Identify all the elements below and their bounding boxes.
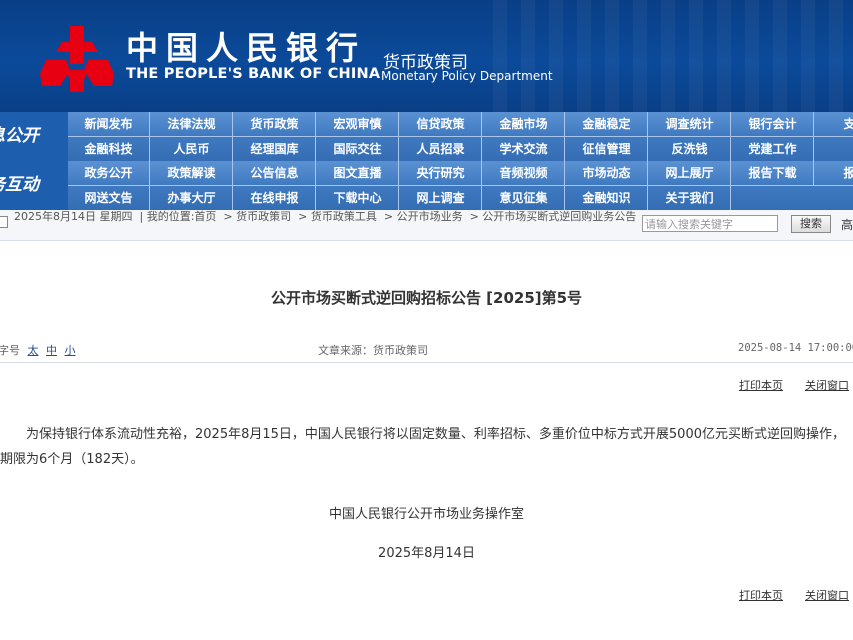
breadcrumb-omo[interactable]: 公开市场业务 <box>397 210 463 223</box>
nav-row: 新闻发布法律法规货币政策宏观审慎信贷政策金融市场金融稳定调查统计银行会计支付 <box>68 112 853 136</box>
nav-item[interactable]: 在线申报 <box>234 186 316 210</box>
separator: | <box>136 210 147 223</box>
department-name-en: Monetary Policy Department <box>381 69 553 83</box>
print-page-link[interactable]: 打印本页 <box>739 587 783 603</box>
nav-group-label: 务互动 <box>0 161 68 210</box>
font-size-large[interactable]: 太 <box>28 344 39 357</box>
article-title: 公开市场买断式逆回购招标公告 [2025]第5号 <box>270 289 583 307</box>
nav-item[interactable]: 反洗钱 <box>649 137 731 161</box>
header-decoration <box>493 0 853 112</box>
signature-org: 中国人民银行公开市场业务操作室 <box>328 507 524 522</box>
signature-date: 2025年8月14日 <box>378 546 475 561</box>
nav-item[interactable]: 下载中心 <box>317 186 399 210</box>
nav-item[interactable]: 银行会计 <box>732 112 814 136</box>
location-label: 我的位置: <box>146 210 195 223</box>
nav-item[interactable]: 党建工作 <box>732 137 814 161</box>
site-title-cn: 中国人民银行 <box>126 29 367 67</box>
nav-item[interactable]: 图文直播 <box>317 161 399 185</box>
nav-item[interactable]: 国际交往 <box>317 137 399 161</box>
nav-group-info: 息公开 新闻发布法律法规货币政策宏观审慎信贷政策金融市场金融稳定调查统计银行会计… <box>0 112 853 161</box>
search-input[interactable]: 请输入搜索关键字 <box>642 215 778 232</box>
breadcrumb: 2025年8月14日 星期四 | 我的位置:首页 > 货币政策司 > 货币政策工… <box>14 210 644 223</box>
nav-item[interactable]: 学术交流 <box>483 137 565 161</box>
nav-item[interactable]: 政务公开 <box>68 161 150 185</box>
nav-item[interactable]: 报告 <box>815 161 853 185</box>
nav-item[interactable]: 网送文告 <box>68 186 150 210</box>
nav-item[interactable]: 人民币 <box>151 137 233 161</box>
breadcrumb-dept[interactable]: 货币政策司 <box>236 210 291 223</box>
close-window-link[interactable]: 关闭窗口 <box>805 377 849 393</box>
nav-item[interactable]: 央行研究 <box>400 161 482 185</box>
font-size-small[interactable]: 小 <box>65 344 76 357</box>
nav-item[interactable]: 支付 <box>815 112 853 136</box>
nav-item[interactable]: 信贷政策 <box>400 112 482 136</box>
publish-date: 2025-08-14 17:00:00 <box>738 342 853 354</box>
site-header: 中国人民银行 THE PEOPLE'S BANK OF CHINA 货币政策司 … <box>0 0 853 112</box>
nav-item[interactable]: 法律法规 <box>151 112 233 136</box>
nav-item[interactable]: 宏观审慎 <box>317 112 399 136</box>
checkbox[interactable] <box>0 216 8 228</box>
nav-item[interactable]: 金融知识 <box>566 186 648 210</box>
nav-item[interactable]: 金融市场 <box>483 112 565 136</box>
nav-row: 网送文告 办事大厅 在线申报 下载中心 网上调查 意见征集 金融知识 关于我们 <box>68 186 853 210</box>
print-page-link[interactable]: 打印本页 <box>739 377 783 393</box>
nav-item[interactable]: 经理国库 <box>234 137 316 161</box>
nav-item[interactable]: 音频视频 <box>483 161 565 185</box>
breadcrumb-current[interactable]: 公开市场买断式逆回购业务公告 <box>482 210 636 223</box>
nav-row: 金融科技 人民币 经理国库 国际交往 人员招录 学术交流 征信管理 反洗钱 党建工作 <box>68 137 853 161</box>
site-title-en: THE PEOPLE'S BANK OF CHINA <box>126 66 381 82</box>
nav-item[interactable]: 货币政策 <box>234 112 316 136</box>
chevron-right-icon: > <box>219 210 237 223</box>
nav-item[interactable]: 网上展厅 <box>649 161 731 185</box>
article-source: 文章来源：货币政策司 <box>318 344 428 357</box>
nav-group-label: 息公开 <box>0 112 68 161</box>
nav-item[interactable]: 市场动态 <box>566 161 648 185</box>
current-date: 2025年8月14日 星期四 <box>14 210 133 223</box>
nav-group-service: 务互动 政务公开政策解读公告信息图文直播央行研究音频视频市场动态网上展厅报告下载… <box>0 161 853 210</box>
advanced-search-link[interactable]: 高 <box>841 216 853 233</box>
pboc-logo-icon[interactable] <box>40 24 114 94</box>
nav-item[interactable]: 公告信息 <box>234 161 316 185</box>
nav-item[interactable]: 办事大厅 <box>151 186 233 210</box>
breadcrumb-tools[interactable]: 货币政策工具 <box>311 210 377 223</box>
nav-item[interactable]: 征信管理 <box>566 137 648 161</box>
nav-item[interactable]: 政策解读 <box>151 161 233 185</box>
font-size-medium[interactable]: 中 <box>46 344 57 357</box>
chevron-right-icon: > <box>380 210 397 223</box>
chevron-right-icon: > <box>466 210 483 223</box>
font-size-label: 字号 <box>0 344 20 357</box>
close-window-link[interactable]: 关闭窗口 <box>805 587 849 603</box>
nav-item[interactable]: 新闻发布 <box>68 112 150 136</box>
article-body: 为保持银行体系流动性充裕，2025年8月15日，中国人民银行将以固定数量、利率招… <box>0 422 853 472</box>
nav-item[interactable]: 报告下载 <box>732 161 814 185</box>
article-meta: 字号 太 中 小 文章来源：货币政策司 2025-08-14 17:00:00 <box>0 337 853 363</box>
main-navigation: 息公开 新闻发布法律法规货币政策宏观审慎信贷政策金融市场金融稳定调查统计银行会计… <box>0 112 853 210</box>
nav-item[interactable]: 调查统计 <box>649 112 731 136</box>
nav-item[interactable]: 意见征集 <box>483 186 565 210</box>
nav-row: 政务公开政策解读公告信息图文直播央行研究音频视频市场动态网上展厅报告下载报告 <box>68 161 853 185</box>
nav-item[interactable]: 人员招录 <box>400 137 482 161</box>
nav-item[interactable]: 网上调查 <box>400 186 482 210</box>
search-button[interactable]: 搜索 <box>791 215 831 233</box>
nav-item[interactable]: 金融科技 <box>68 137 150 161</box>
chevron-right-icon: > <box>294 210 311 223</box>
nav-item[interactable]: 金融稳定 <box>566 112 648 136</box>
breadcrumb-home[interactable]: 首页 <box>194 210 216 223</box>
font-size-control: 字号 太 中 小 <box>0 342 76 358</box>
article-paragraph: 为保持银行体系流动性充裕，2025年8月15日，中国人民银行将以固定数量、利率招… <box>0 427 845 467</box>
nav-item[interactable]: 关于我们 <box>649 186 731 210</box>
